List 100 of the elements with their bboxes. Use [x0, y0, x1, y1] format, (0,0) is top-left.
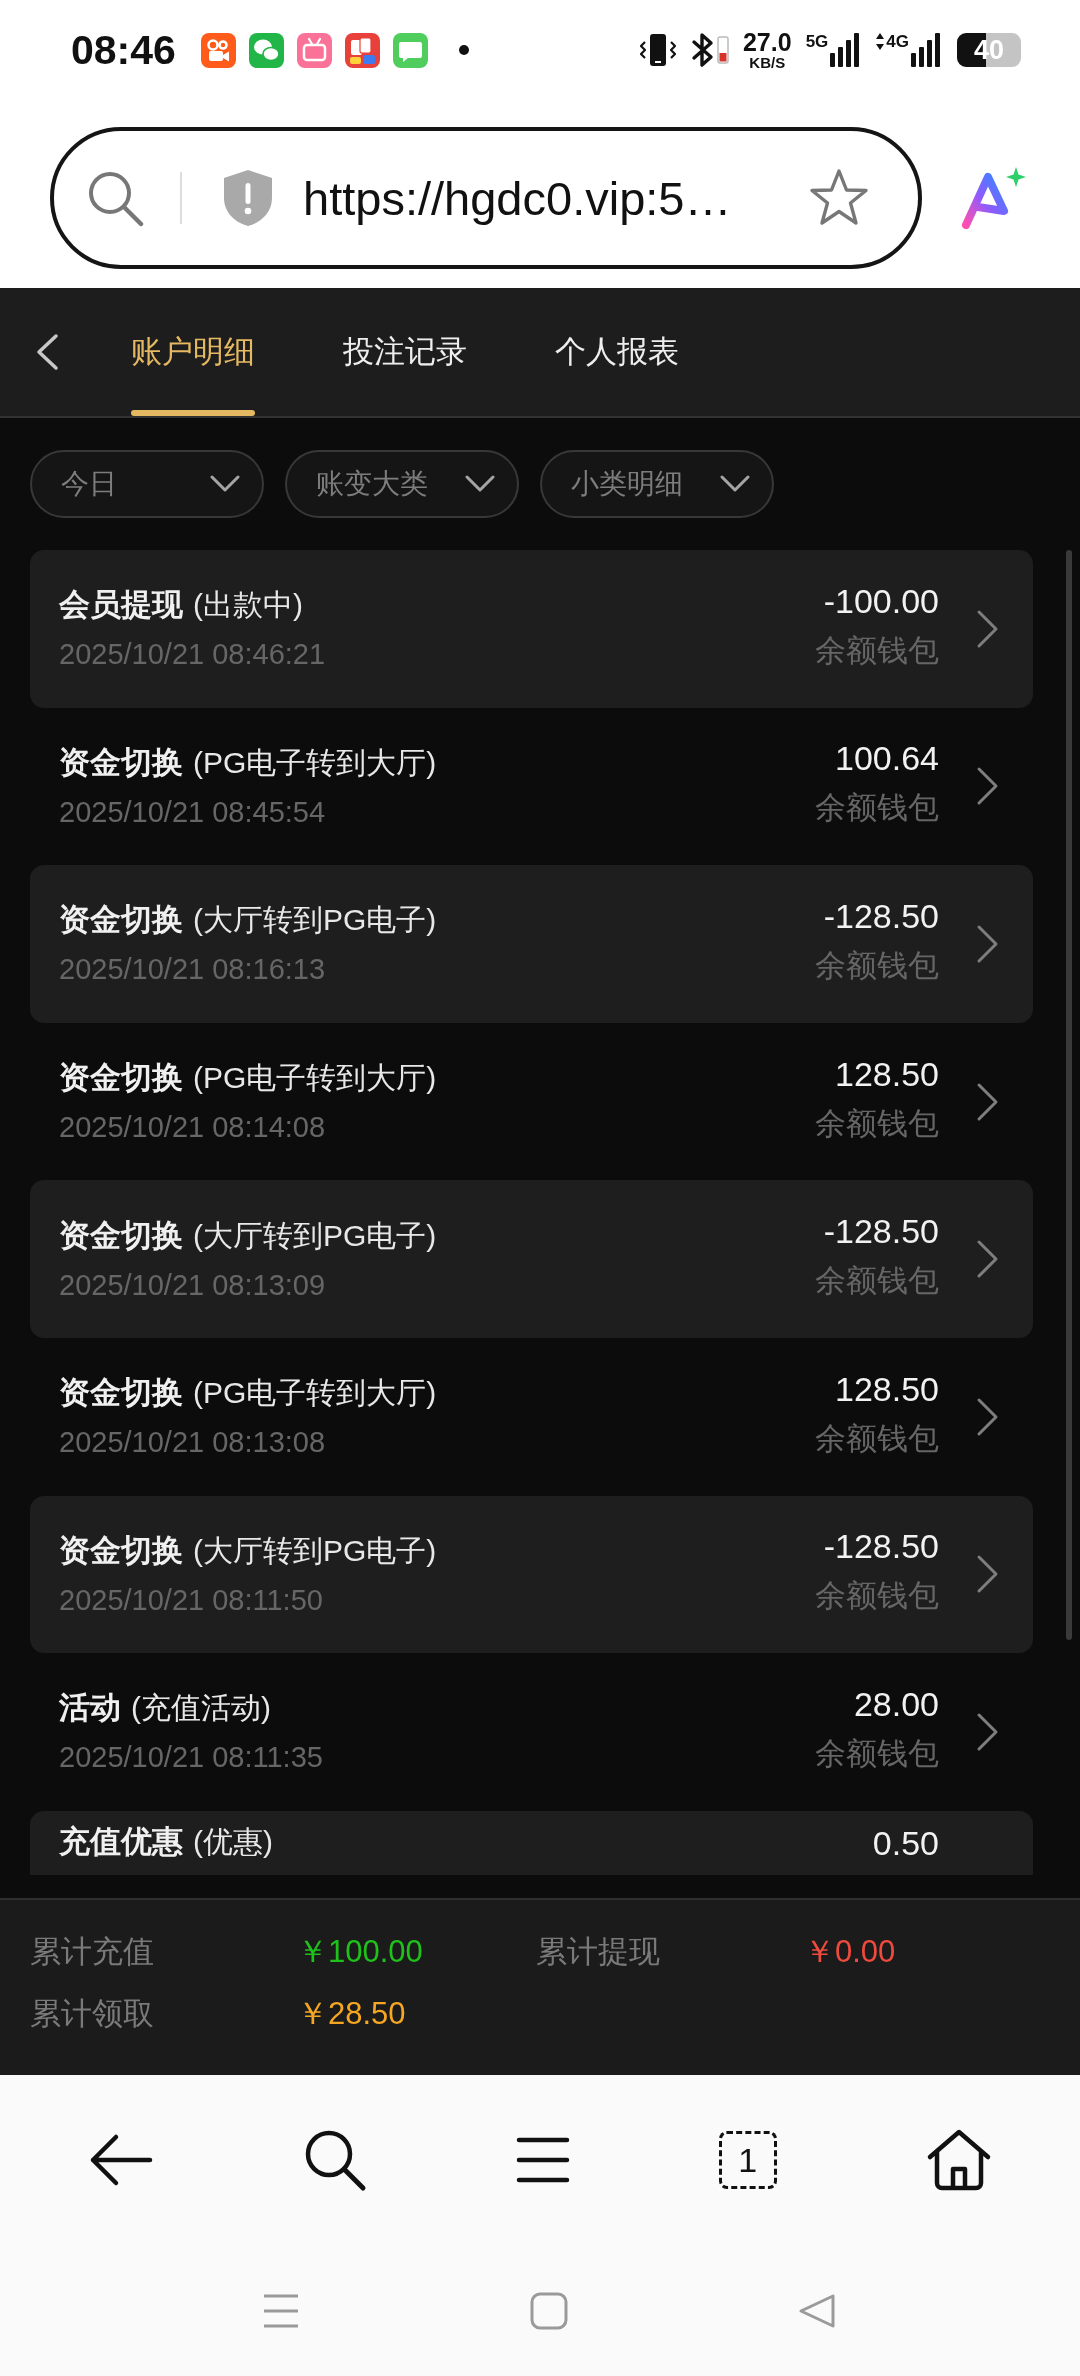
transaction-card[interactable]: 资金切换 (大厅转到PG电子) 2025/10/21 08:13:09 -128.50 余额钱包: [30, 1180, 1033, 1338]
tabs-button[interactable]: 1: [718, 2131, 777, 2189]
star-icon[interactable]: [808, 168, 870, 228]
transaction-amount: 28.00: [853, 1683, 939, 1724]
transaction-card[interactable]: 资金切换 (大厅转到PG电子) 2025/10/21 08:11:50 -128.50 余额钱包: [30, 1495, 1033, 1654]
wallet-label: 余额钱包: [815, 1105, 939, 1142]
transaction-note: (充值活动): [131, 1690, 271, 1727]
transaction-title: 会员提现: [59, 586, 183, 625]
transaction-note: (出款中): [193, 587, 303, 624]
signal-icon: [830, 33, 861, 67]
summary-value: ￥28.50: [297, 1995, 406, 2033]
transaction-card[interactable]: 充值优惠 (优惠) 0.50: [30, 1810, 1033, 1875]
tab[interactable]: 个人报表: [555, 288, 679, 416]
summary-label: 累计充值: [30, 1933, 154, 1971]
signal-icon: [911, 33, 941, 67]
tab[interactable]: 投注记录: [343, 288, 467, 416]
video-camera-app-icon: [200, 32, 236, 68]
home-icon[interactable]: [925, 2128, 992, 2192]
data-arrows-icon: [876, 33, 885, 51]
chevron-right-icon[interactable]: [976, 924, 1000, 964]
chevron-right-icon[interactable]: [976, 1396, 1000, 1437]
transaction-amount: -100.00: [823, 580, 939, 621]
transaction-note: (优惠): [193, 1823, 273, 1860]
transaction-title: 资金切换: [59, 1531, 183, 1570]
filter-dropdown[interactable]: 今日: [30, 450, 264, 518]
summary-label: 累计领取: [30, 1995, 154, 2033]
transaction-time: 2025/10/21 08:13:08: [59, 1425, 326, 1460]
notification-dot-icon: [458, 45, 469, 55]
transaction-title: 资金切换: [59, 1059, 183, 1098]
transaction-title: 资金切换: [59, 743, 183, 782]
filter-dropdown[interactable]: 账变大类: [285, 450, 519, 518]
wallet-label: 余额钱包: [815, 1263, 939, 1300]
transaction-note: (大厅转到PG电子): [193, 902, 437, 939]
bluetooth-icon: [690, 32, 715, 68]
network-speed: 27.0: [742, 30, 792, 55]
network-speed-unit: KB/S: [749, 55, 786, 70]
chevron-right-icon[interactable]: [976, 1239, 1000, 1280]
vibrate-icon: [638, 33, 677, 67]
transaction-time: 2025/10/21 08:13:09: [59, 1267, 326, 1302]
search-icon[interactable]: [303, 2128, 368, 2192]
transaction-card[interactable]: 会员提现 (出款中) 2025/10/21 08:46:21 -100.00 余额钱包: [30, 550, 1033, 708]
transaction-time: 2025/10/21 08:16:13: [59, 952, 326, 987]
transaction-title: 资金切换: [59, 1216, 183, 1255]
transaction-title: 资金切换: [59, 1374, 183, 1413]
menu-icon[interactable]: [516, 2136, 570, 2184]
network-type: 4G: [886, 33, 909, 50]
wallet-label: 余额钱包: [815, 1420, 939, 1457]
transaction-amount: 128.50: [835, 1368, 939, 1409]
cards-app-icon: [344, 32, 380, 68]
summary-value: ￥0.00: [804, 1933, 896, 1971]
chevron-right-icon[interactable]: [976, 1711, 1000, 1752]
summary-value: ￥100.00: [297, 1933, 423, 1971]
transaction-note: (PG电子转到大厅): [193, 1060, 437, 1097]
wallet-label: 余额钱包: [815, 1578, 939, 1615]
chevron-right-icon[interactable]: [976, 766, 1000, 807]
wallet-label: 余额钱包: [815, 790, 939, 827]
transaction-amount: 100.64: [835, 738, 939, 779]
chevron-right-icon[interactable]: [976, 1554, 1000, 1595]
back-arrow-icon[interactable]: [88, 2133, 155, 2187]
transaction-title: 活动: [59, 1689, 121, 1728]
transaction-note: (大厅转到PG电子): [193, 1217, 437, 1254]
transaction-amount: 0.50: [872, 1822, 939, 1863]
wallet-label: 余额钱包: [815, 632, 939, 669]
address-bar[interactable]: https://hgdc0.vip:5…: [50, 127, 922, 269]
transaction-card[interactable]: 资金切换 (大厅转到PG电子) 2025/10/21 08:16:13 -128.50 余额钱包: [30, 865, 1033, 1023]
transaction-time: 2025/10/21 08:11:50: [59, 1582, 323, 1617]
transaction-time: 2025/10/21 08:11:35: [59, 1740, 323, 1775]
wallet-label: 余额钱包: [815, 1735, 939, 1772]
clock-time: 08:46: [71, 26, 176, 74]
transaction-amount: -128.50: [823, 896, 939, 936]
transaction-time: 2025/10/21 08:14:08: [59, 1110, 326, 1145]
url-text: https://hgdc0.vip:5…: [303, 170, 732, 226]
tv-app-icon: [296, 32, 332, 68]
device-battery-icon: [716, 36, 729, 64]
transaction-title: 充值优惠: [59, 1822, 183, 1861]
chevron-right-icon[interactable]: [976, 608, 1000, 649]
transaction-amount: -128.50: [823, 1211, 939, 1252]
chat-bubbles-app-icon: [248, 32, 284, 68]
chevron-down-icon: [210, 475, 240, 493]
sparkle-triangle-icon[interactable]: [960, 167, 1028, 229]
transaction-note: (大厅转到PG电子): [193, 1532, 437, 1569]
recent-apps-icon[interactable]: [262, 2292, 300, 2329]
filter-dropdown[interactable]: 小类明细: [540, 450, 774, 518]
transaction-note: (PG电子转到大厅): [193, 744, 437, 781]
transaction-title: 资金切换: [59, 901, 183, 940]
tab[interactable]: 账户明细: [131, 288, 255, 416]
transaction-amount: 128.50: [835, 1053, 939, 1094]
home-square-icon[interactable]: [530, 2291, 568, 2330]
network-type: 5G: [805, 33, 829, 50]
wallet-label: 余额钱包: [815, 948, 939, 984]
message-app-icon: [392, 32, 428, 68]
back-triangle-icon[interactable]: [798, 2292, 836, 2329]
chevron-down-icon: [465, 475, 495, 493]
transaction-time: 2025/10/21 08:45:54: [59, 794, 326, 829]
summary-label: 累计提现: [536, 1933, 660, 1971]
transaction-amount: -128.50: [823, 1526, 939, 1567]
chevron-down-icon: [720, 475, 750, 493]
transaction-note: (PG电子转到大厅): [193, 1375, 437, 1412]
chevron-right-icon[interactable]: [976, 1081, 1000, 1122]
transaction-time: 2025/10/21 08:46:21: [59, 637, 326, 672]
